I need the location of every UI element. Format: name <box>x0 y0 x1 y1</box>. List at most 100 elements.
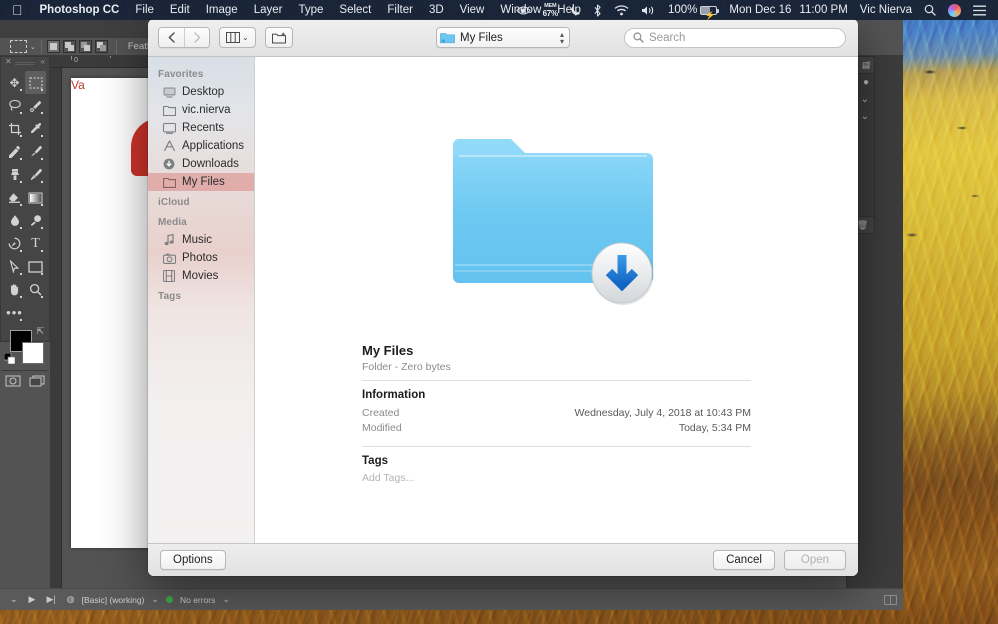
menu-filter[interactable]: Filter <box>379 0 421 20</box>
notification-center-icon[interactable] <box>967 5 992 16</box>
rectangle-tool[interactable] <box>25 255 46 278</box>
intersect-selection-button[interactable] <box>94 40 108 53</box>
add-tags-input[interactable]: Add Tags... <box>362 472 751 484</box>
menu-layer[interactable]: Layer <box>246 0 291 20</box>
delete-layer-icon[interactable]: 🗑 <box>857 220 868 231</box>
sidebar-item-desktop[interactable]: Desktop <box>148 83 254 101</box>
menu-type[interactable]: Type <box>290 0 331 20</box>
moon-icon[interactable] <box>564 4 587 16</box>
filter-toggle-icon[interactable]: ● <box>863 77 869 88</box>
quick-mask-icon[interactable] <box>5 374 21 392</box>
collapse-panel-icon[interactable]: « <box>41 57 45 66</box>
bluetooth-icon[interactable] <box>587 3 608 17</box>
sidebar-item-downloads[interactable]: Downloads <box>148 155 254 173</box>
play-icon[interactable]: ▶ <box>25 594 40 605</box>
menu-file[interactable]: File <box>127 0 162 20</box>
screen-mode-icon[interactable] <box>29 374 45 392</box>
tool-palette-header[interactable]: ✕ « <box>1 57 49 69</box>
screen-root: ✕ ⌄ Feather: 0 px Anti-alias Style: <box>0 0 998 624</box>
dodge-tool[interactable] <box>25 209 46 232</box>
blur-tool[interactable] <box>4 209 25 232</box>
default-colors-icon[interactable] <box>3 351 16 369</box>
sidebar-item-applications[interactable]: Applications <box>148 137 254 155</box>
background-color-swatch[interactable] <box>22 342 44 364</box>
menu-user-name[interactable]: Vic Nierva <box>854 0 918 20</box>
errors-chevron-icon[interactable]: ⌄ <box>218 594 234 605</box>
battery-indicator[interactable]: 100% ⚡ <box>662 0 723 20</box>
move-tool[interactable]: ✥ <box>4 71 25 94</box>
chevron-down-icon[interactable]: ⌄ <box>242 33 249 42</box>
new-folder-button[interactable] <box>264 27 293 48</box>
menu-app-name[interactable]: Photoshop CC <box>32 0 128 20</box>
dialog-content-pane: My Files Folder - Zero bytes Information… <box>255 57 858 543</box>
healing-brush-tool[interactable] <box>4 140 25 163</box>
sidebar-item-music[interactable]: Music <box>148 231 254 249</box>
history-brush-tool[interactable] <box>25 163 46 186</box>
fill-chevron-icon[interactable]: ⌄ <box>861 111 869 122</box>
new-selection-button[interactable] <box>46 40 60 53</box>
subtract-from-selection-button[interactable] <box>78 40 92 53</box>
path-selection-tool[interactable] <box>4 255 25 278</box>
up-down-stepper-icon[interactable]: ▴ ▾ <box>560 30 566 45</box>
collapse-panels-icon[interactable]: « <box>867 58 871 67</box>
sidebar-item-vic-nierva[interactable]: vic.nierva <box>148 101 254 119</box>
cancel-button[interactable]: Cancel <box>713 550 775 570</box>
memory-monitor-indicator[interactable]: MEM 67% <box>537 3 564 18</box>
menu-edit[interactable]: Edit <box>162 0 198 20</box>
search-input[interactable]: Search <box>649 32 685 44</box>
hand-tool[interactable] <box>4 278 25 301</box>
pen-tool[interactable] <box>4 232 25 255</box>
back-button[interactable] <box>159 28 184 47</box>
tool-preset-chevron-icon[interactable]: ⌄ <box>30 43 36 51</box>
sidebar-item-photos[interactable]: Photos <box>148 249 254 267</box>
step-forward-icon[interactable]: ▶| <box>42 594 59 605</box>
open-button[interactable]: Open <box>784 550 846 570</box>
options-button[interactable]: Options <box>160 550 226 570</box>
close-panel-icon[interactable]: ✕ <box>5 57 12 66</box>
zoom-chevron-icon[interactable]: ⌄ <box>6 594 22 605</box>
forward-button[interactable] <box>184 28 209 47</box>
edit-toolbar-button[interactable]: ••• <box>4 301 25 324</box>
add-to-selection-button[interactable] <box>62 40 76 53</box>
brush-tool[interactable] <box>25 140 46 163</box>
lasso-tool[interactable] <box>4 94 25 117</box>
created-value: Wednesday, July 4, 2018 at 10:43 PM <box>574 407 751 419</box>
type-tool[interactable]: T <box>25 232 46 255</box>
eye-icon[interactable] <box>510 5 537 15</box>
eyedropper-tool[interactable] <box>25 117 46 140</box>
menu-date[interactable]: Mon Dec 16 <box>723 0 797 20</box>
sidebar-item-recents[interactable]: Recents <box>148 119 254 137</box>
crop-tool[interactable] <box>4 117 25 140</box>
navigation-segmented-control[interactable] <box>158 27 210 48</box>
sidebar-item-my-files[interactable]: My Files <box>148 173 254 191</box>
path-popup-button[interactable]: My Files ▴ ▾ <box>436 27 570 48</box>
menu-view[interactable]: View <box>452 0 493 20</box>
quick-selection-tool[interactable] <box>25 94 46 117</box>
resize-grip-icon[interactable] <box>884 594 897 605</box>
zoom-tool[interactable] <box>25 278 46 301</box>
menu-image[interactable]: Image <box>198 0 246 20</box>
rectangular-marquee-tool[interactable] <box>25 71 46 94</box>
wifi-icon[interactable] <box>608 4 635 16</box>
menu-select[interactable]: Select <box>331 0 379 20</box>
spotlight-search-icon[interactable] <box>918 4 942 16</box>
rectangular-marquee-icon[interactable] <box>10 40 27 53</box>
clone-stamp-tool[interactable] <box>4 163 25 186</box>
siri-icon[interactable] <box>942 3 967 17</box>
search-field[interactable]: Search <box>624 27 846 48</box>
record-action-icon[interactable]: ◍ <box>63 594 79 605</box>
apple-logo-icon[interactable]:  <box>9 1 32 19</box>
eraser-tool[interactable] <box>4 186 25 209</box>
drag-grip[interactable] <box>15 62 35 65</box>
menu-time[interactable]: 11:00 PM <box>797 0 853 20</box>
swap-colors-icon[interactable]: ⇱ <box>36 326 44 337</box>
view-mode-button[interactable]: ⌄ <box>219 27 256 48</box>
modified-value: Today, 5:34 PM <box>678 422 751 434</box>
volume-icon[interactable] <box>635 5 662 16</box>
menu-3d[interactable]: 3D <box>421 0 452 20</box>
gradient-tool[interactable] <box>25 186 46 209</box>
sidebar-item-movies[interactable]: Movies <box>148 267 254 285</box>
errors-label: No errors <box>179 594 216 605</box>
preset-chevron-icon[interactable]: ⌄ <box>147 594 163 605</box>
opacity-chevron-icon[interactable]: ⌄ <box>861 94 869 105</box>
